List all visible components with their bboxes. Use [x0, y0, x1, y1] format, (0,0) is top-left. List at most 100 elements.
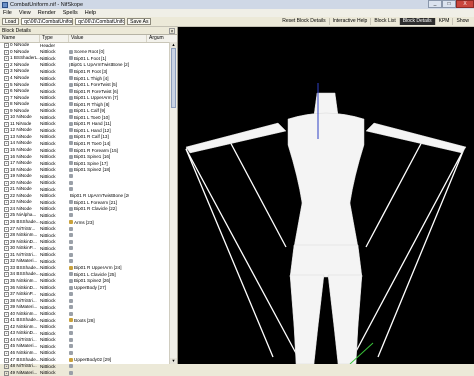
expand-icon[interactable]: + — [4, 220, 9, 225]
expand-icon[interactable]: + — [4, 194, 9, 199]
expand-icon[interactable]: + — [4, 174, 9, 179]
expand-icon[interactable]: + — [4, 155, 9, 160]
expand-icon[interactable]: + — [4, 50, 9, 55]
show-button[interactable]: Show — [453, 18, 472, 25]
load-path-field[interactable]: qc\06\1\CombatUniform.nif — [21, 18, 73, 25]
expand-icon[interactable]: + — [4, 89, 9, 94]
expand-icon[interactable]: + — [4, 181, 9, 186]
scroll-down-icon[interactable]: ▼ — [170, 358, 177, 364]
expand-icon[interactable]: + — [4, 56, 9, 61]
expand-icon[interactable]: + — [4, 344, 9, 349]
expand-icon[interactable]: + — [4, 135, 9, 140]
link-icon — [69, 69, 73, 73]
row-type: NiBlock — [40, 298, 69, 303]
expand-icon[interactable]: + — [4, 141, 9, 146]
interactive-help-button[interactable]: Interactive Help — [330, 18, 372, 25]
row-value: Scene Root [0] — [69, 49, 129, 54]
row-value — [69, 364, 129, 368]
expand-icon[interactable]: + — [4, 233, 9, 238]
expand-icon[interactable]: + — [4, 331, 9, 336]
row-name-text: 41 BSShade... — [10, 317, 40, 322]
column-header-value[interactable]: Value — [69, 35, 147, 42]
maximize-button[interactable]: □ — [442, 0, 456, 8]
link-icon — [69, 305, 73, 309]
expand-icon[interactable]: + — [4, 168, 9, 173]
column-header-type[interactable]: Type — [40, 35, 69, 42]
expand-icon[interactable]: + — [4, 351, 9, 356]
row-value-text: Bip01 L Toe0 [10] — [74, 115, 110, 120]
expand-icon[interactable]: + — [4, 148, 9, 153]
expand-icon[interactable]: + — [4, 272, 9, 277]
column-header-name[interactable]: Name — [0, 35, 40, 42]
row-name-text: 39 NiMateri... — [10, 304, 37, 309]
link-icon — [69, 344, 73, 348]
expand-icon[interactable]: + — [4, 102, 9, 107]
link-icon — [69, 174, 73, 178]
expand-icon[interactable]: + — [4, 266, 9, 271]
menu-file[interactable]: File — [3, 10, 12, 16]
expand-icon[interactable]: + — [4, 207, 9, 212]
expand-icon[interactable]: + — [4, 96, 9, 101]
row-value: Bip01 L Toe0 [10] — [69, 115, 129, 120]
menu-spells[interactable]: Spells — [63, 10, 78, 16]
expand-icon[interactable]: + — [4, 115, 9, 120]
minimize-button[interactable]: _ — [428, 0, 442, 8]
expand-icon[interactable]: + — [4, 253, 9, 258]
load-button[interactable]: Load — [2, 18, 19, 25]
expand-icon[interactable]: + — [4, 227, 9, 232]
table-row[interactable]: +49 NiMateri...NiBlock — [0, 369, 168, 376]
expand-icon[interactable]: + — [4, 286, 9, 291]
link-icon — [69, 76, 73, 80]
expand-icon[interactable]: + — [4, 83, 9, 88]
row-type: NiBlock — [40, 226, 69, 231]
expand-icon[interactable]: + — [4, 161, 9, 166]
vertical-scrollbar[interactable]: ▲ ▼ — [169, 42, 177, 364]
expand-icon[interactable]: + — [4, 240, 9, 245]
save-as-button[interactable]: Save As — [127, 18, 151, 25]
column-header-argument[interactable]: Argum — [147, 35, 169, 42]
row-name-text: 32 NiMateri... — [10, 258, 37, 263]
expand-icon[interactable]: + — [4, 128, 9, 133]
expand-icon[interactable]: + — [4, 364, 9, 369]
block-list-button[interactable]: Block List — [371, 18, 399, 25]
expand-icon[interactable]: + — [4, 63, 9, 68]
save-path-field[interactable]: qc\06\1\CombatUniform.nif — [75, 18, 125, 25]
block-details-button[interactable]: Block Details — [400, 18, 436, 25]
expand-icon[interactable]: + — [4, 305, 9, 310]
expand-icon[interactable]: + — [4, 246, 9, 251]
expand-icon[interactable]: + — [4, 371, 9, 376]
expand-icon[interactable]: + — [4, 279, 9, 284]
reset-block-details-button[interactable]: Reset Block Details — [279, 18, 329, 25]
expand-icon[interactable]: + — [4, 259, 9, 264]
row-type: NiBlock — [40, 239, 69, 244]
expand-icon[interactable]: + — [4, 122, 9, 127]
row-value — [69, 351, 129, 355]
expand-icon[interactable]: + — [4, 76, 9, 81]
expand-icon[interactable]: + — [4, 338, 9, 343]
kpm-button[interactable]: KPM — [436, 18, 454, 25]
expand-icon[interactable]: + — [4, 200, 9, 205]
expand-icon[interactable]: + — [4, 109, 9, 114]
scroll-thumb[interactable] — [171, 48, 176, 108]
expand-icon[interactable]: + — [4, 318, 9, 323]
menu-help[interactable]: Help — [85, 10, 96, 16]
expand-icon[interactable]: + — [4, 213, 9, 218]
expand-icon[interactable]: + — [4, 358, 9, 363]
close-button[interactable]: X — [456, 0, 474, 8]
row-name: +2 NiNode — [0, 62, 40, 68]
window-title: CombatUniform.nif - NifSkope — [10, 2, 83, 8]
expand-icon[interactable]: + — [4, 299, 9, 304]
link-icon — [69, 364, 73, 368]
expand-icon[interactable]: + — [4, 187, 9, 192]
expand-icon[interactable]: + — [4, 312, 9, 317]
expand-icon[interactable]: + — [4, 292, 9, 297]
row-value — [69, 227, 129, 231]
menu-render[interactable]: Render — [38, 10, 56, 16]
expand-icon[interactable]: + — [4, 69, 9, 74]
render-viewport[interactable] — [178, 27, 474, 364]
row-type: NiBlock — [40, 49, 69, 54]
menu-view[interactable]: View — [19, 10, 31, 16]
expand-icon[interactable]: + — [4, 43, 9, 48]
panel-close-icon[interactable]: × — [169, 28, 175, 34]
expand-icon[interactable]: + — [4, 325, 9, 330]
